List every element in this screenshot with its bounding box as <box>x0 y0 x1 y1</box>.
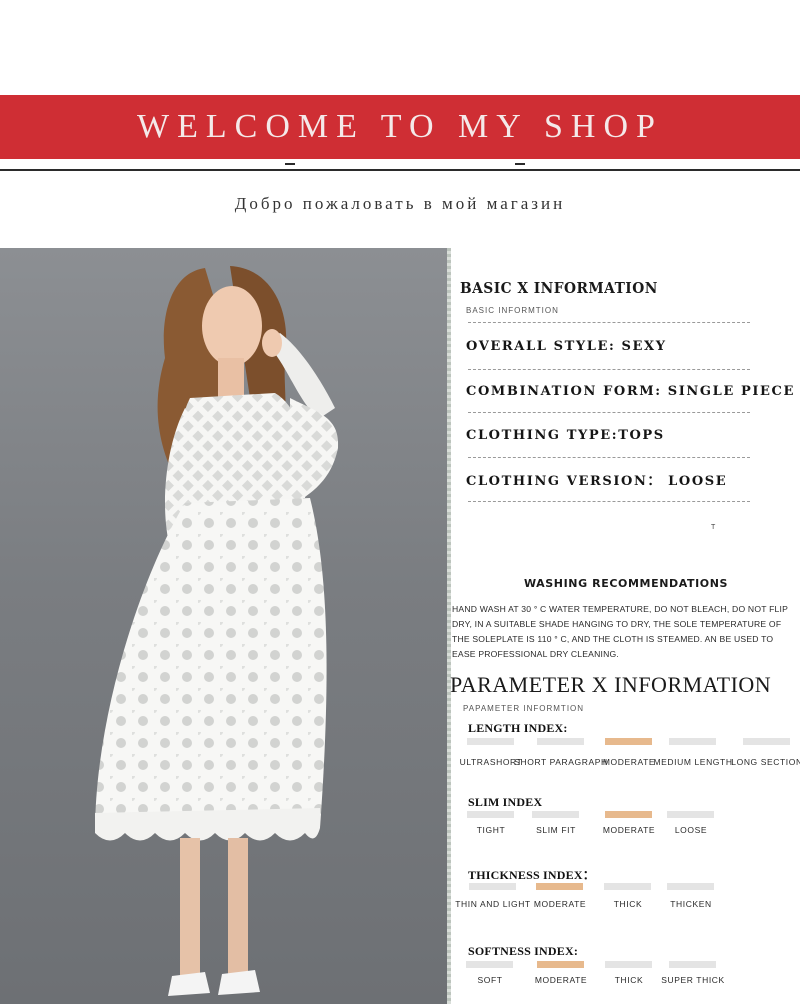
index-bar-selected <box>605 811 652 818</box>
index-option-label: THICKEN <box>670 899 712 909</box>
parameter-subheading: PAPAMETER INFORMTION <box>463 704 585 713</box>
index-bar <box>532 811 579 818</box>
index-bar-selected <box>536 883 583 890</box>
index-option-label: MODERATE <box>534 975 588 985</box>
divider <box>468 412 750 413</box>
index-option-label: THICK <box>614 975 644 985</box>
welcome-banner: WELCOME TO MY SHOP <box>0 95 800 159</box>
spec-clothing-version: CLOTHING VERSION： LOOSE <box>466 474 728 489</box>
index-bar <box>669 738 716 745</box>
index-bar <box>466 961 513 968</box>
index-option-label: SLIM FIT <box>536 825 576 835</box>
index-bar <box>537 738 584 745</box>
index-option-label: SUPER THICK <box>661 975 725 985</box>
washing-text: Hand wash at 30 ° C water temperature, d… <box>452 604 788 659</box>
banner-divider <box>0 169 800 171</box>
index-bar <box>604 883 651 890</box>
index-option-label: THIN AND LIGHT <box>455 899 531 909</box>
spec-overall-style: OVERALL STYLE: SEXY <box>466 339 667 354</box>
small-mark: T <box>711 524 716 531</box>
product-photo <box>0 248 447 1004</box>
index-title: SLIM INDEX <box>468 795 543 809</box>
index-option-label: MODERATE <box>602 757 656 767</box>
washing-title: WASHING RECOMMENDATIONS <box>523 577 729 590</box>
basic-info-subheading: BASIC INFORMTION <box>466 306 559 315</box>
divider <box>468 369 750 370</box>
index-bar-selected <box>605 738 652 745</box>
spec-clothing-type: CLOTHING TYPE:TOPS <box>466 428 665 443</box>
basic-info-heading: BASIC X INFORMATION <box>460 279 658 297</box>
parameter-heading: PARAMETER X INFORMATION <box>450 672 772 697</box>
banner-title: WELCOME TO MY SHOP <box>137 108 663 145</box>
spec-combination-form: COMBINATION FORM: SINGLE PIECE <box>466 384 795 399</box>
index-option-label: THICK <box>613 899 643 909</box>
index-bar <box>605 961 652 968</box>
model-dress-illustration <box>95 266 339 996</box>
divider <box>468 501 750 502</box>
index-bar <box>669 961 716 968</box>
index-option-label: SHORT PARAGRAPH <box>514 757 608 767</box>
index-option-label: MODERATE <box>602 825 656 835</box>
welcome-subtitle: Добро пожаловать в мой магазин <box>234 194 566 213</box>
divider <box>468 457 750 458</box>
index-option-label: LONG SECTION <box>731 757 800 767</box>
index-option-label: SOFT <box>477 975 503 985</box>
index-option-label: MEDIUM LENGTH <box>653 757 733 767</box>
index-bar-selected <box>537 961 584 968</box>
index-title: LENGTH INDEX: <box>468 721 568 735</box>
index-bar <box>667 811 714 818</box>
divider <box>468 322 750 323</box>
index-option-label: MODERATE <box>533 899 587 909</box>
index-bar <box>743 738 790 745</box>
index-bar <box>467 811 514 818</box>
index-title: SOFTNESS INDEX: <box>468 944 579 958</box>
index-bar <box>467 738 514 745</box>
banner-tick-left <box>285 163 295 165</box>
index-option-label: ULTRASHORT <box>459 757 523 767</box>
index-bar <box>469 883 516 890</box>
photo-edge <box>447 248 451 1004</box>
index-option-label: LOOSE <box>674 825 708 835</box>
index-option-label: TIGHT <box>476 825 506 835</box>
index-title: THICKNESS INDEX： <box>468 868 595 882</box>
index-bar <box>667 883 714 890</box>
banner-tick-right <box>515 163 525 165</box>
